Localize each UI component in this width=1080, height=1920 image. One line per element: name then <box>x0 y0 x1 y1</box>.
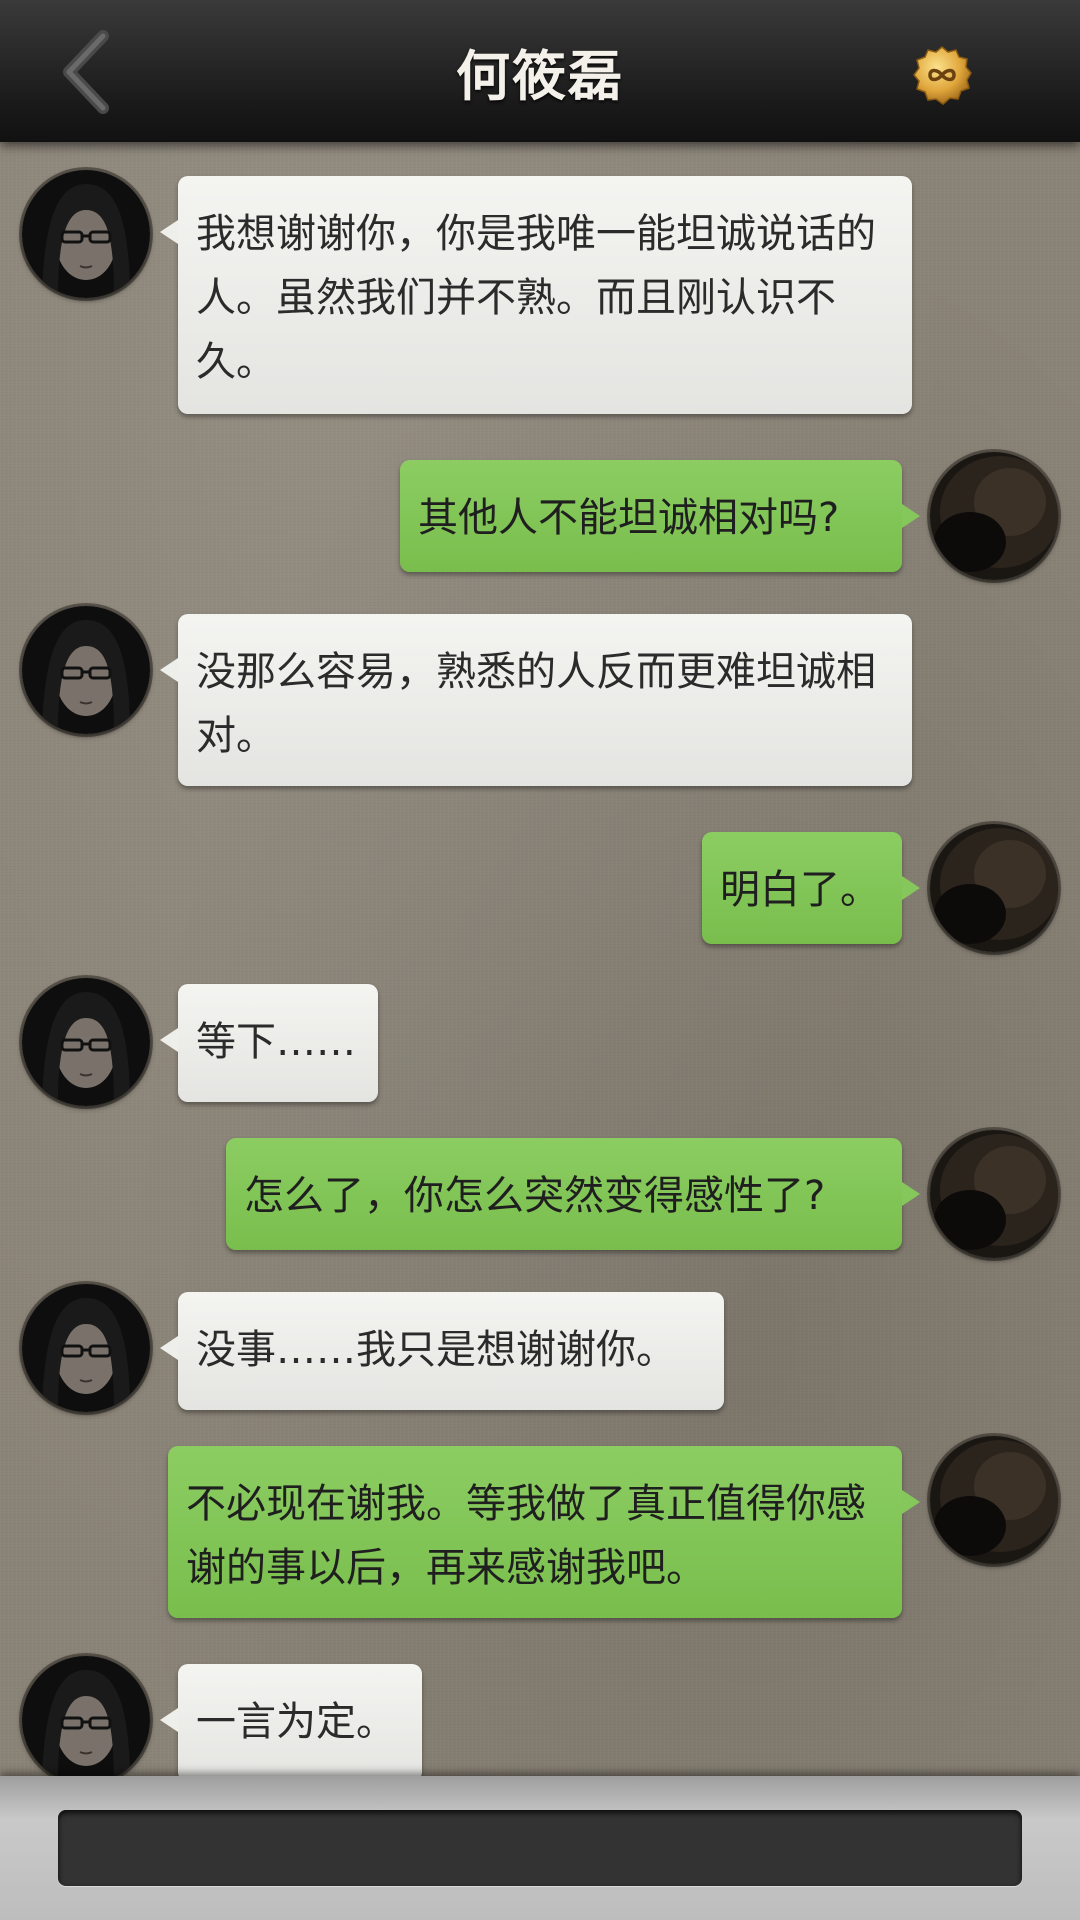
message-bubble: 其他人不能坦诚相对吗? <box>400 460 920 572</box>
message-bubble: 明白了。 <box>702 832 920 944</box>
message-bubble: 一言为定。 <box>160 1664 422 1782</box>
bottom-bar <box>0 1776 1080 1920</box>
message-input[interactable] <box>58 1810 1022 1886</box>
contact-avatar[interactable] <box>22 1656 150 1784</box>
message-bubble: 没那么容易，熟悉的人反而更难坦诚相对。 <box>160 614 912 786</box>
infinity-coin-icon <box>913 46 972 105</box>
contact-avatar[interactable] <box>22 1284 150 1412</box>
user-avatar[interactable] <box>930 1130 1058 1258</box>
message-bubble: 没事……我只是想谢谢你。 <box>160 1292 724 1410</box>
message-bubble: 不必现在谢我。等我做了真正值得你感谢的事以后，再来感谢我吧。 <box>168 1446 920 1618</box>
contact-avatar[interactable] <box>22 170 150 298</box>
top-bar: 何筱磊 <box>0 0 1080 142</box>
contact-avatar[interactable] <box>22 606 150 734</box>
message-bubble: 怎么了，你怎么突然变得感性了? <box>226 1138 920 1250</box>
user-avatar[interactable] <box>930 452 1058 580</box>
user-avatar[interactable] <box>930 1436 1058 1564</box>
contact-avatar[interactable] <box>22 978 150 1106</box>
infinity-coin-button[interactable] <box>912 45 972 105</box>
message-bubble: 等下…… <box>160 984 378 1102</box>
message-bubble: 我想谢谢你，你是我唯一能坦诚说话的人。虽然我们并不熟。而且刚认识不久。 <box>160 176 912 414</box>
user-avatar[interactable] <box>930 824 1058 952</box>
